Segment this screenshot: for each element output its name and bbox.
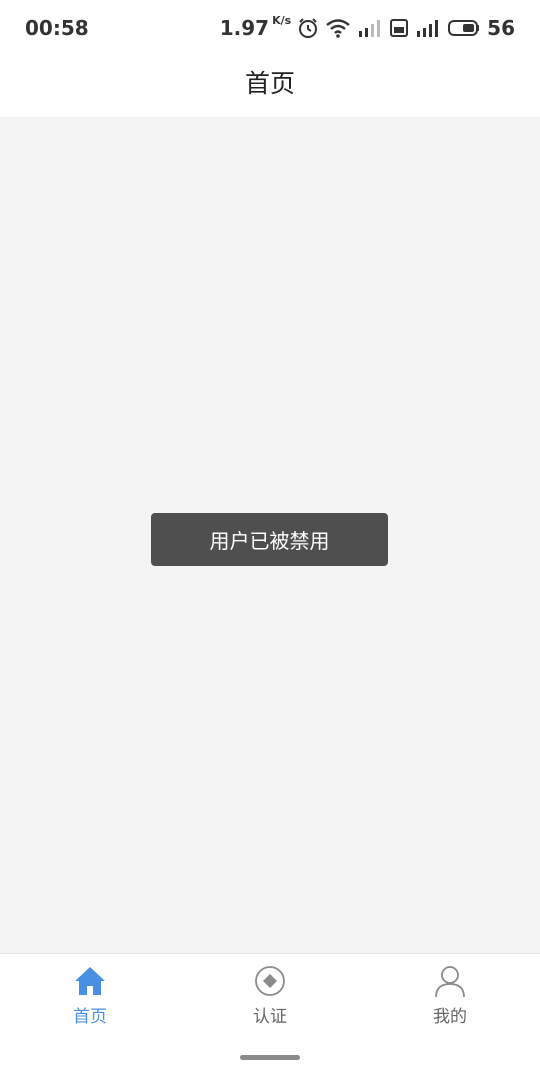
toast-text: 用户已被禁用 <box>209 529 330 553</box>
status-icons: 1.97 K/s 56 <box>220 14 515 42</box>
page-title: 首页 <box>244 69 295 98</box>
home-icon <box>75 967 105 995</box>
tab-home[interactable]: 首页 <box>0 954 180 1044</box>
status-bar: 00:58 1.97 K/s 56 <box>0 0 540 56</box>
toast-message: 用户已被禁用 <box>151 513 388 566</box>
network-speed-unit: K/s <box>272 14 292 27</box>
network-speed-value: 1.97 <box>219 16 270 40</box>
alarm-icon <box>299 18 318 38</box>
battery-icon <box>448 20 480 36</box>
home-indicator[interactable] <box>240 1055 300 1060</box>
certification-icon <box>255 966 285 996</box>
battery-level: 56 <box>487 16 515 40</box>
tab-mine-label: 我的 <box>433 1007 467 1027</box>
main-content: 用户已被禁用 <box>0 117 540 953</box>
status-time: 00:58 <box>25 16 89 40</box>
tab-bar: 首页 认证 我的 <box>0 953 540 1044</box>
tab-home-label: 首页 <box>73 1007 107 1027</box>
wifi-icon <box>326 19 350 38</box>
app-header: 首页 <box>0 56 540 117</box>
signal-4g-icon <box>359 20 381 37</box>
tab-certification-label: 认证 <box>253 1007 287 1027</box>
network-speed: 1.97 K/s <box>219 14 292 40</box>
hd-icon <box>390 19 409 37</box>
signal-4g-icon <box>417 20 439 37</box>
tab-mine[interactable]: 我的 <box>360 954 540 1044</box>
user-icon <box>435 966 465 998</box>
tab-certification[interactable]: 认证 <box>180 954 360 1044</box>
